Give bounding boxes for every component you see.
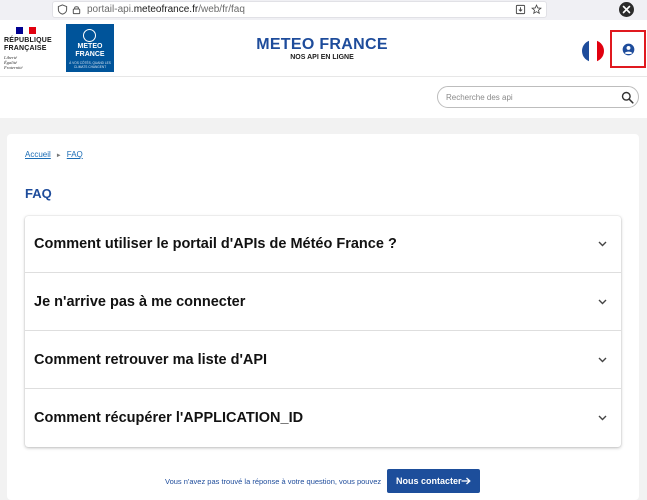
chevron-down-icon[interactable]: [598, 357, 607, 363]
breadcrumb: Accueil ► FAQ: [25, 150, 83, 159]
browser-toolbar: portail-api.meteofrance.fr/web/fr/faq: [0, 0, 647, 20]
url-text: portail-api.meteofrance.fr/web/fr/faq: [87, 4, 245, 15]
logo-emblem-icon: [83, 29, 96, 42]
address-bar[interactable]: portail-api.meteofrance.fr/web/fr/faq: [52, 1, 547, 18]
breadcrumb-home-link[interactable]: Accueil: [25, 150, 51, 159]
site-header: RÉPUBLIQUE FRANÇAISE Liberté Égalité Fra…: [0, 20, 647, 76]
logo-tagline: À VOS CÔTÉS, QUAND LES CLIMATS CHANGENT: [69, 61, 111, 69]
republique-motto: Liberté Égalité Fraternité: [4, 55, 23, 70]
search-bar-row: [0, 76, 647, 118]
breadcrumb-separator: ►: [55, 153, 62, 159]
site-subtitle: NOS API EN LIGNE: [290, 54, 354, 61]
close-tab-button[interactable]: [619, 2, 634, 17]
shield-icon[interactable]: [57, 4, 68, 15]
contact-us-button[interactable]: Nous contacter: [387, 469, 480, 493]
download-icon[interactable]: [515, 4, 526, 15]
meteo-france-logo[interactable]: METEO FRANCE À VOS CÔTÉS, QUAND LES CLIM…: [66, 24, 114, 72]
faq-item[interactable]: Comment utiliser le portail d'APIs de Mé…: [25, 216, 621, 273]
contact-button-label: Nous contacter: [396, 476, 462, 486]
logo-text-line2: FRANCE: [75, 51, 105, 58]
search-box[interactable]: [437, 86, 639, 108]
lock-icon[interactable]: [71, 4, 82, 15]
user-account-icon: [622, 43, 635, 56]
faq-question[interactable]: Je n'arrive pas à me connecter: [34, 294, 245, 310]
close-icon: [622, 5, 631, 14]
user-account-button[interactable]: [610, 30, 646, 68]
chevron-down-icon[interactable]: [598, 299, 607, 305]
language-flag-button[interactable]: [582, 40, 604, 62]
chevron-down-icon[interactable]: [598, 415, 607, 421]
contact-prompt-text: Vous n'avez pas trouvé la réponse à votr…: [165, 477, 382, 486]
breadcrumb-current-link[interactable]: FAQ: [67, 150, 83, 159]
site-title[interactable]: METEO FRANCE: [232, 36, 412, 54]
page-title: FAQ: [25, 186, 52, 201]
faq-item[interactable]: Comment récupérer l'APPLICATION_ID: [25, 390, 621, 447]
search-icon[interactable]: [621, 91, 634, 104]
marianne-flag-icon: [16, 27, 37, 34]
faq-question[interactable]: Comment utiliser le portail d'APIs de Mé…: [34, 236, 397, 252]
logo-text-line1: METEO: [77, 43, 103, 50]
faq-question[interactable]: Comment retrouver ma liste d'API: [34, 352, 267, 368]
republique-name: RÉPUBLIQUE FRANÇAISE: [4, 37, 52, 52]
faq-item[interactable]: Je n'arrive pas à me connecter: [25, 274, 621, 331]
star-icon[interactable]: [531, 4, 542, 15]
chevron-down-icon[interactable]: [598, 241, 607, 247]
faq-question[interactable]: Comment récupérer l'APPLICATION_ID: [34, 410, 303, 426]
faq-item[interactable]: Comment retrouver ma liste d'API: [25, 332, 621, 389]
arrow-right-icon: [461, 477, 471, 485]
main-content-card: Accueil ► FAQ FAQ Comment utiliser le port…: [7, 134, 639, 500]
faq-accordion: Comment utiliser le portail d'APIs de Mé…: [25, 216, 621, 447]
search-input[interactable]: [446, 90, 616, 104]
